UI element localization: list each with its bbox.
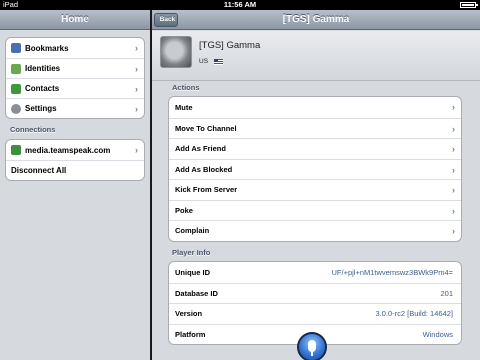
- book-icon: [11, 43, 21, 53]
- chevron-right-icon: ›: [135, 104, 138, 114]
- status-bar: iPad 11:56 AM: [0, 0, 480, 10]
- info-value: 3.0.0-rc2 [Build: 14642]: [375, 309, 453, 319]
- info-value: Windows: [422, 329, 453, 339]
- us-flag-icon: [214, 58, 224, 65]
- client-country: US: [199, 58, 224, 65]
- master-pane: Home Bookmarks › Identities › Contacts ›…: [0, 10, 150, 360]
- info-value: 201: [440, 288, 453, 298]
- info-version: Version 3.0.0-rc2 [Build: 14642]: [169, 303, 461, 324]
- detail-pane: [TGS] Gamma Back [TGS] Gamma US Actions …: [152, 10, 480, 360]
- player-info-header: Player Info: [172, 248, 211, 257]
- action-kick-from-server[interactable]: Kick From Server ›: [169, 179, 461, 200]
- chevron-right-icon: ›: [452, 226, 455, 236]
- menu-item-label: Settings: [25, 104, 57, 113]
- menu-item-label: Identities: [25, 64, 61, 73]
- chevron-right-icon: ›: [452, 205, 455, 216]
- client-header: [TGS] Gamma US: [152, 31, 480, 81]
- connection-label: media.teamspeak.com: [25, 145, 111, 155]
- client-name: [TGS] Gamma: [199, 40, 261, 51]
- action-add-as-friend[interactable]: Add As Friend ›: [169, 138, 461, 159]
- action-label: Mute: [175, 102, 193, 112]
- connections-header: Connections: [10, 125, 56, 134]
- country-code: US: [199, 58, 209, 65]
- disconnect-all-label: Disconnect All: [11, 166, 67, 175]
- battery-icon: [460, 2, 478, 8]
- chevron-right-icon: ›: [135, 64, 138, 74]
- info-database-id: Database ID 201: [169, 282, 461, 304]
- menu-item-label: Contacts: [25, 84, 60, 93]
- action-complain[interactable]: Complain ›: [169, 220, 461, 241]
- server-icon: [11, 145, 21, 155]
- chevron-right-icon: ›: [135, 145, 138, 155]
- action-label: Add As Blocked: [175, 164, 233, 174]
- chevron-right-icon: ›: [135, 43, 138, 53]
- chevron-right-icon: ›: [452, 164, 455, 175]
- chevron-right-icon: ›: [452, 123, 455, 134]
- info-label: Version: [175, 309, 203, 319]
- action-add-as-blocked[interactable]: Add As Blocked ›: [169, 158, 461, 180]
- status-indicators: [460, 0, 478, 8]
- back-button[interactable]: Back: [154, 13, 178, 27]
- action-move-to-channel[interactable]: Move To Channel ›: [169, 117, 461, 139]
- detail-title: [TGS] Gamma: [282, 14, 350, 25]
- menu-item-label: Bookmarks: [25, 43, 69, 53]
- identity-icon: [11, 63, 21, 74]
- info-unique-id: Unique ID UF/+pjl+nM1twvemswz3BWk9Pm4=: [169, 262, 461, 283]
- info-label: Database ID: [175, 288, 218, 298]
- action-label: Add As Friend: [175, 144, 226, 154]
- info-value: UF/+pjl+nM1twvemswz3BWk9Pm4=: [331, 267, 454, 277]
- connections-group: media.teamspeak.com › Disconnect All: [5, 139, 145, 181]
- home-title: Home: [61, 14, 89, 25]
- action-label: Move To Channel: [175, 123, 237, 133]
- action-label: Kick From Server: [175, 185, 238, 195]
- gear-icon: [11, 103, 21, 114]
- action-label: Complain: [175, 226, 210, 236]
- info-label: Unique ID: [175, 267, 210, 277]
- action-poke[interactable]: Poke ›: [169, 199, 461, 221]
- actions-group: Mute › Move To Channel › Add As Friend ›…: [168, 96, 462, 242]
- connection-item[interactable]: media.teamspeak.com ›: [6, 140, 144, 160]
- menu-item-contacts[interactable]: Contacts ›: [6, 78, 144, 98]
- menu-item-settings[interactable]: Settings ›: [6, 98, 144, 118]
- avatar: [160, 36, 192, 68]
- action-mute[interactable]: Mute ›: [169, 97, 461, 118]
- home-nav-bar: Home: [0, 10, 150, 30]
- menu-item-identities[interactable]: Identities ›: [6, 58, 144, 78]
- chevron-right-icon: ›: [452, 144, 455, 154]
- actions-header: Actions: [172, 83, 200, 92]
- chevron-right-icon: ›: [452, 102, 455, 112]
- detail-nav-bar: [TGS] Gamma Back: [152, 10, 480, 30]
- info-label: Platform: [175, 329, 206, 339]
- chevron-right-icon: ›: [135, 84, 138, 94]
- chevron-right-icon: ›: [452, 185, 455, 195]
- contacts-icon: [11, 83, 21, 94]
- action-label: Poke: [175, 205, 193, 215]
- push-to-talk-button[interactable]: [297, 332, 327, 360]
- menu-group: Bookmarks › Identities › Contacts › Sett…: [5, 37, 145, 119]
- clock: 11:56 AM: [223, 0, 257, 9]
- menu-item-bookmarks[interactable]: Bookmarks ›: [6, 38, 144, 58]
- disconnect-all-button[interactable]: Disconnect All: [6, 160, 144, 180]
